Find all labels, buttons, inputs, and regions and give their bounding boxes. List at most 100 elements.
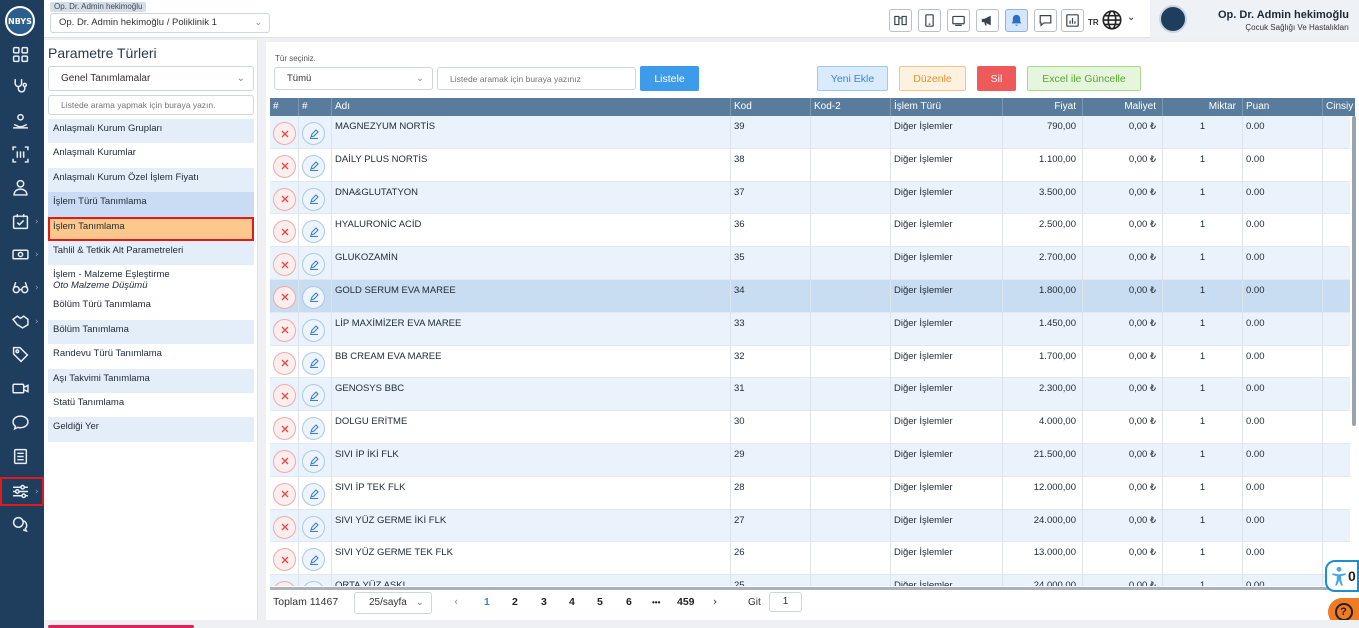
list-item[interactable]: Anlaşmalı Kurum Grupları [48, 119, 254, 144]
megaphone-icon[interactable] [976, 9, 999, 32]
bell-icon[interactable] [1005, 9, 1028, 32]
chat-icon[interactable] [1034, 9, 1057, 32]
page-6[interactable]: 6 [626, 596, 632, 608]
dashboard-icon[interactable] [8, 43, 32, 65]
sms-icon[interactable] [8, 411, 32, 433]
table-row[interactable]: SIVI YÜZ GERME İKİ FLK 27 Diğer İşlemler 24… [270, 509, 1350, 543]
delete-button[interactable]: Sil [977, 66, 1016, 91]
list-item[interactable]: Anlaşmalı Kurum Özel İşlem Fiyatı [48, 167, 254, 193]
user-profile[interactable]: Op. Dr. Admin hekimoğlu Çocuk Sağlığı Ve… [1150, 0, 1359, 38]
table-search-input[interactable] [437, 67, 636, 90]
list-button[interactable]: Listele [640, 66, 699, 91]
close-icon[interactable] [273, 154, 296, 178]
close-icon[interactable] [273, 515, 296, 539]
column-header[interactable]: # [270, 98, 299, 116]
list-item[interactable]: Bölüm Türü Tanımlama [48, 295, 254, 320]
calendar-check-icon[interactable] [8, 210, 32, 232]
edit-pen-icon[interactable] [302, 187, 325, 211]
column-header[interactable]: Miktar [1163, 98, 1243, 116]
close-icon[interactable] [273, 318, 296, 342]
tablet-icon[interactable] [918, 9, 941, 32]
column-header[interactable]: Kod [731, 98, 811, 116]
table-row[interactable]: SIVI İP TEK FLK 28 Diğer İşlemler 12.000,00… [270, 476, 1350, 510]
table-row[interactable]: GLUKOZAMİN 35 Diğer İşlemler 2.700,00 0,00 ₺… [270, 247, 1350, 280]
close-icon[interactable] [273, 253, 296, 277]
handshake-icon[interactable] [8, 310, 32, 332]
group-select[interactable]: Genel Tanımlamalar ⌄ [48, 66, 254, 91]
stethoscope-icon[interactable] [8, 74, 32, 96]
page-1[interactable]: 1 [484, 596, 490, 608]
table-row[interactable]: HYALURONİC ACİD 36 Diğer İşlemler 2.500,00 0… [270, 214, 1350, 248]
app-logo[interactable]: NBYS [5, 6, 35, 36]
table-row[interactable]: SIVI YÜZ GERME TEK FLK 26 Diğer İşlemler 13… [270, 542, 1350, 576]
edit-pen-icon[interactable] [302, 318, 325, 342]
column-header[interactable]: Fiyat [1003, 98, 1083, 116]
page-5[interactable]: 5 [597, 596, 603, 608]
close-icon[interactable] [273, 548, 296, 572]
type-select[interactable]: Tümü ⌄ [274, 67, 433, 90]
list-item[interactable]: Geldiği Yer [48, 417, 254, 442]
close-icon[interactable] [273, 187, 296, 211]
glasses-icon[interactable] [8, 276, 32, 298]
parameter-search-input[interactable] [48, 95, 254, 115]
table-row[interactable]: MAGNEZYUM NORTİS 39 Diğer İşlemler 790,00 0,… [270, 116, 1350, 149]
list-item[interactable]: Tahlil & Tetkik Alt Parametreleri [48, 240, 254, 266]
next-page-icon[interactable]: › [713, 596, 717, 608]
close-icon[interactable] [273, 581, 296, 586]
edit-pen-icon[interactable] [302, 253, 325, 277]
column-header[interactable]: Maliyet [1083, 98, 1163, 116]
list-item[interactable]: Statü Tanımlama [48, 392, 254, 418]
monitor-icon[interactable] [947, 9, 970, 32]
close-icon[interactable] [273, 285, 296, 309]
prev-page-icon[interactable]: ‹ [454, 596, 458, 608]
list-item[interactable]: Randevu Türü Tanımlama [48, 344, 254, 369]
support-chat-icon[interactable] [8, 512, 32, 534]
list-item[interactable]: Aşı Takvimi Tanımlama [48, 368, 254, 393]
edit-pen-icon[interactable] [302, 417, 325, 441]
list-item[interactable]: İşlem Türü Tanımlama [48, 192, 254, 217]
video-icon[interactable] [8, 377, 32, 399]
edit-pen-icon[interactable] [302, 482, 325, 506]
language-code[interactable]: TR [1088, 18, 1099, 27]
column-header[interactable]: Kod-2 [811, 98, 891, 116]
table-row[interactable]: DNA&GLUTATYON 37 Diğer İşlemler 3.500,00 0,0… [270, 181, 1350, 215]
add-new-button[interactable]: Yeni Ekle [817, 66, 888, 91]
money-icon[interactable] [8, 243, 32, 265]
page-2[interactable]: 2 [512, 596, 518, 608]
edit-pen-icon[interactable] [302, 384, 325, 408]
book-icon[interactable] [889, 9, 912, 32]
list-item-selected[interactable]: İşlem Tanımlama [48, 216, 254, 241]
page-4[interactable]: 4 [569, 596, 575, 608]
globe-icon[interactable] [1102, 10, 1122, 30]
tag-icon[interactable] [8, 343, 32, 365]
edit-button[interactable]: Düzenle [899, 66, 966, 91]
column-header[interactable]: # [299, 98, 332, 116]
edit-pen-icon[interactable] [302, 154, 325, 178]
edit-pen-icon[interactable] [302, 220, 325, 244]
column-header[interactable]: İşlem Türü [891, 98, 1003, 116]
table-row[interactable]: DOLGU ERİTME 30 Diğer İşlemler 4.000,00 0,00… [270, 411, 1350, 444]
table-row[interactable]: GOLD SERUM EVA MAREE 34 Diğer İşlemler 1.80… [270, 279, 1350, 313]
page-3[interactable]: 3 [541, 596, 547, 608]
edit-pen-icon[interactable] [302, 548, 325, 572]
close-icon[interactable] [273, 220, 296, 244]
page-size-select[interactable]: 25/sayfa ⌄ [354, 592, 432, 614]
table-row[interactable]: SIVI İP İKİ FLK 29 Diğer İşlemler 21.500,00… [270, 443, 1350, 477]
close-icon[interactable] [273, 384, 296, 408]
patient-care-icon[interactable] [8, 110, 32, 132]
table-row[interactable]: LİP MAXİMİZER EVA MAREE 33 Diğer İşlemler 1… [270, 312, 1350, 346]
vertical-scrollbar[interactable] [1352, 116, 1356, 426]
clinic-select[interactable]: Op. Dr. Admin hekimoğlu / Poliklinik 1 ⌄ [50, 13, 270, 33]
edit-pen-icon[interactable] [302, 581, 325, 586]
doctor-icon[interactable] [8, 176, 32, 198]
list-item[interactable]: İşlem - Malzeme Eşleştirme Oto Malzeme Dü… [48, 265, 254, 296]
table-row[interactable]: BB CREAM EVA MAREE 32 Diğer İşlemler 1.700,… [270, 345, 1350, 379]
bar-chart-icon[interactable] [1061, 9, 1084, 32]
list-item[interactable]: Anlaşmalı Kurumlar [48, 143, 254, 168]
page-459[interactable]: 459 [677, 596, 695, 608]
table-row[interactable]: ORTA YÜZ ASKI 25 Diğer İşlemler 24.000,00 0,… [270, 575, 1350, 586]
close-icon[interactable] [273, 122, 296, 145]
accessibility-widget[interactable]: 0 [1325, 560, 1359, 592]
edit-pen-icon[interactable] [302, 122, 325, 145]
edit-pen-icon[interactable] [302, 449, 325, 473]
